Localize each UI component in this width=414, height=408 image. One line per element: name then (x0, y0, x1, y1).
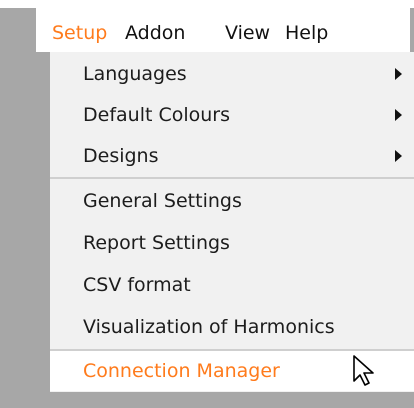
menu-item-label: Visualization of Harmonics (83, 316, 335, 338)
menu-item-label: General Settings (83, 190, 242, 212)
menu-addon[interactable]: Addon (125, 19, 185, 47)
menu-item-csv-format[interactable]: CSV format (50, 265, 414, 305)
setup-dropdown-menu: Languages Default Colours Designs Genera… (50, 52, 414, 392)
menu-item-report-settings[interactable]: Report Settings (50, 223, 414, 263)
menu-item-languages[interactable]: Languages (50, 54, 414, 94)
menu-item-visualization-of-harmonics[interactable]: Visualization of Harmonics (50, 307, 414, 347)
menu-setup[interactable]: Setup (52, 19, 107, 47)
menu-item-label: CSV format (83, 274, 191, 296)
menu-separator (50, 177, 414, 179)
menu-item-label: Default Colours (83, 104, 231, 126)
window-top-strip (0, 0, 414, 8)
menu-item-label: Languages (83, 63, 187, 85)
menu-view[interactable]: View (225, 19, 270, 47)
menu-item-label: Designs (83, 145, 159, 167)
chevron-right-icon (395, 150, 402, 162)
menu-item-label: Report Settings (83, 232, 230, 254)
menu-item-default-colours[interactable]: Default Colours (50, 95, 414, 135)
menu-item-label: Connection Manager (83, 360, 280, 382)
menu-item-general-settings[interactable]: General Settings (50, 181, 414, 221)
menu-item-designs[interactable]: Designs (50, 136, 414, 176)
chevron-right-icon (395, 109, 402, 121)
mouse-pointer-icon (353, 355, 374, 386)
chevron-right-icon (395, 68, 402, 80)
menu-bar: Setup Addon View Help (36, 8, 410, 52)
menu-help[interactable]: Help (285, 19, 328, 47)
